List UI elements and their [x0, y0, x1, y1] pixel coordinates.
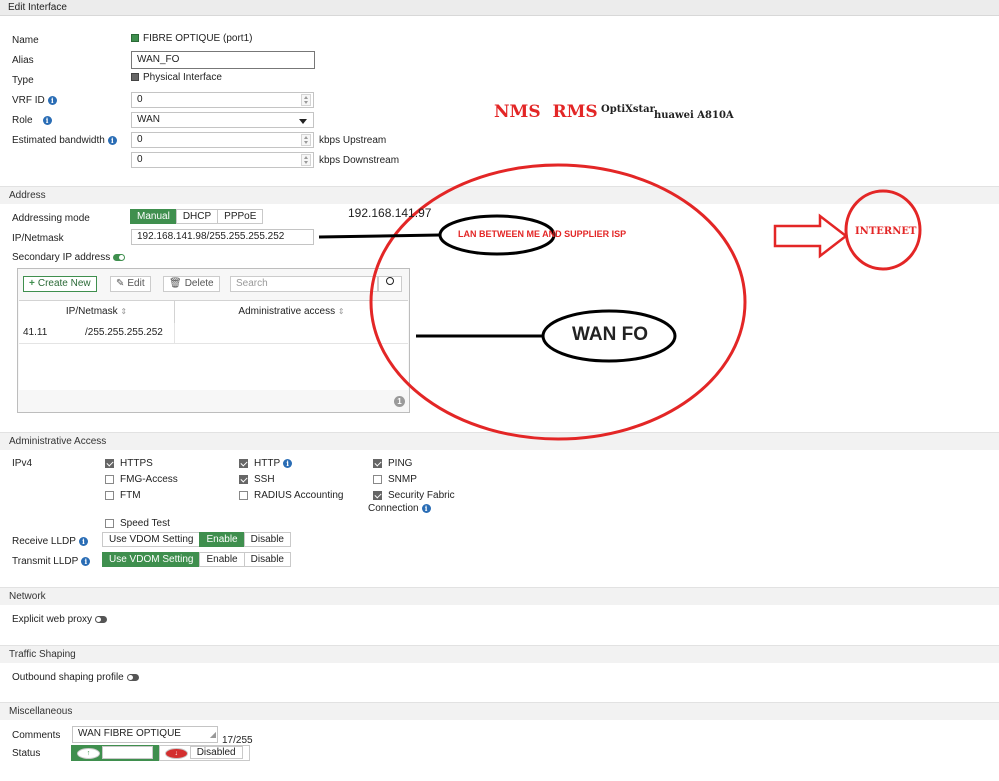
lan-between-annotation: LAN BETWEEN ME AND SUPPLIER ISP — [458, 229, 627, 239]
wan-fo-annotation: WAN FO — [572, 324, 648, 345]
huawei-annotation: huawei A810A — [654, 110, 734, 121]
arrow-right-icon — [773, 213, 849, 259]
lan-connector-line — [318, 233, 441, 239]
nms-rms-annotation: NMS RMS — [494, 102, 598, 122]
optixstar-annotation: OptiXstar — [601, 104, 655, 115]
gateway-ip-annotation: 192.168.141.97 — [348, 206, 432, 220]
internet-annotation: INTERNET — [855, 226, 917, 237]
